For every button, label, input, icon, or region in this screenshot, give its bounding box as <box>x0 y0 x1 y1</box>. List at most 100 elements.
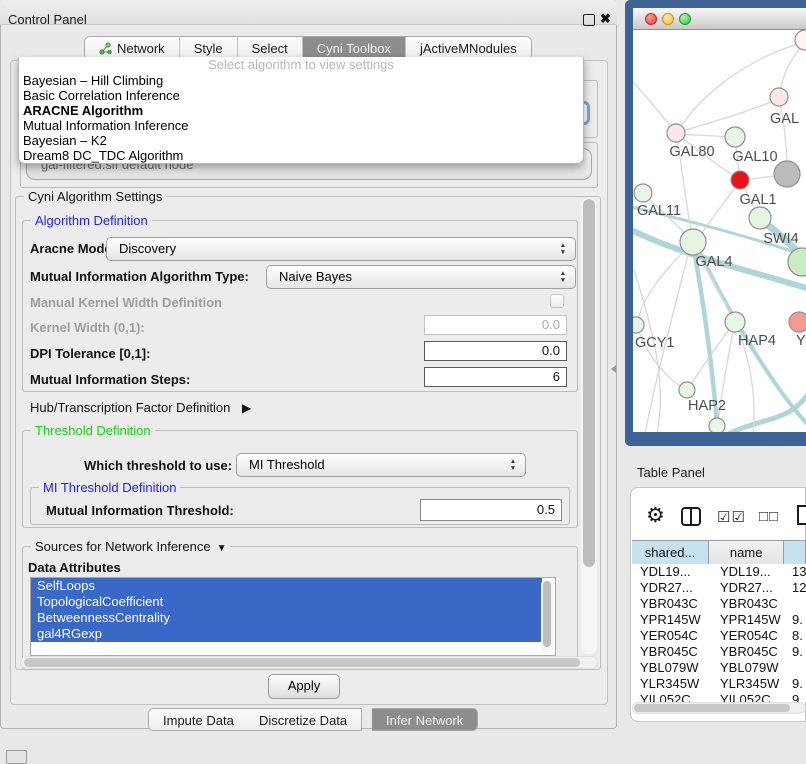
control-panel-titlebar[interactable] <box>0 0 617 25</box>
sources-group-title[interactable]: Sources for Network Inference <box>31 539 230 554</box>
close-icon[interactable] <box>600 11 611 27</box>
algorithm-option[interactable]: ARACNE Algorithm <box>19 103 583 118</box>
kernel-width-field[interactable]: 0.0 <box>424 315 567 335</box>
network-node[interactable] <box>789 312 806 332</box>
table-cell: YDR27... <box>714 580 788 596</box>
select-all-checked-icon[interactable] <box>717 508 746 526</box>
network-node[interactable] <box>680 229 706 255</box>
data-attribute-item[interactable]: gal4RGexp <box>31 626 542 642</box>
table-cell: YIL052C <box>632 692 714 702</box>
table-row[interactable]: YIL052CYIL052C9 <box>632 692 806 702</box>
network-node-label: GAL11 <box>637 203 681 219</box>
network-node[interactable] <box>634 184 652 202</box>
algorithm-option[interactable]: Mutual Information Inference <box>19 118 583 133</box>
data-attribute-item[interactable]: TopologicalCoefficient <box>31 594 542 610</box>
network-node-label: GAL10 <box>732 149 777 165</box>
table-row[interactable]: YBR045CYBR045C9. <box>632 644 806 660</box>
table-row[interactable]: YBL079WYBL079W <box>632 660 806 676</box>
panel-divider-arrow-icon[interactable] <box>611 365 616 373</box>
which-threshold-label: Which threshold to use: <box>84 458 232 473</box>
network-canvas[interactable]: GALGAL80GAL10GAL1GAL11SWI4GAL4GCY1HAP4YH… <box>633 30 806 432</box>
tab-infer-network[interactable]: Infer Network <box>372 708 478 731</box>
kernel-width-label: Kernel Width (0,1): <box>30 320 145 335</box>
manual-kernel-label: Manual Kernel Width Definition <box>30 295 222 310</box>
algorithm-option[interactable]: Bayesian – Hill Climbing <box>19 73 583 88</box>
network-node[interactable] <box>731 171 749 189</box>
dpi-tolerance-field[interactable]: 0.0 <box>424 341 567 361</box>
table-cell: 9. <box>788 612 803 628</box>
network-node[interactable] <box>795 30 806 50</box>
aracne-mode-combo[interactable]: Discovery <box>106 237 576 261</box>
network-node[interactable] <box>725 127 745 147</box>
tab-discretize-data[interactable]: Discretize Data <box>245 708 362 731</box>
table-cell: YBR045C <box>632 644 714 660</box>
algorithm-definition-title: Algorithm Definition <box>31 213 152 228</box>
network-node-label: Y <box>796 333 806 349</box>
table-cell: YER054C <box>714 628 788 644</box>
table-cell: 12 <box>788 580 806 596</box>
network-node-label: GAL80 <box>669 144 714 160</box>
network-node[interactable] <box>770 88 788 106</box>
mi-threshold-field[interactable]: 0.5 <box>420 499 562 521</box>
table-cell: YPR145W <box>714 612 788 628</box>
close-window-icon[interactable] <box>645 13 657 25</box>
table-cell: YDR27... <box>632 580 714 596</box>
table-row[interactable]: YPR145WYPR145W9. <box>632 612 806 628</box>
network-window-titlebar[interactable] <box>633 8 806 30</box>
network-node-label: GCY1 <box>635 335 675 351</box>
network-graph: GALGAL80GAL10GAL1GAL11SWI4GAL4GCY1HAP4YH… <box>633 30 806 432</box>
spinner-icon <box>558 270 568 284</box>
algorithm-option[interactable]: Bayesian – K2 <box>19 133 583 148</box>
table-cell: YLR345W <box>632 676 714 692</box>
which-threshold-combo[interactable]: MI Threshold <box>236 453 526 477</box>
data-attribute-item[interactable]: BetweennessCentrality <box>31 610 542 626</box>
mi-type-combo[interactable]: Naive Bayes <box>266 265 576 289</box>
algorithm-option[interactable]: Dream8 DC_TDC Algorithm <box>19 148 583 163</box>
table-cell: YLR345W <box>714 676 788 692</box>
table-cell: 9 <box>788 692 799 702</box>
network-node[interactable] <box>633 317 644 333</box>
table-row[interactable]: YER054CYER054C8. <box>632 628 806 644</box>
column-header[interactable] <box>784 541 806 565</box>
network-node[interactable] <box>709 418 725 432</box>
listbox-scrollbar-thumb[interactable] <box>543 581 551 647</box>
dpi-tolerance-label: DPI Tolerance [0,1]: <box>30 346 150 361</box>
desktop: { "control_panel": { "title": "Control P… <box>0 0 806 762</box>
table-cell: 13 <box>788 564 806 580</box>
data-attribute-item[interactable]: SelfLoops <box>31 578 542 594</box>
minimize-window-icon[interactable] <box>662 13 674 25</box>
split-columns-icon[interactable] <box>681 507 701 526</box>
algorithm-dropdown-popup: Select algorithm to view settings Bayesi… <box>18 57 584 164</box>
network-node[interactable] <box>667 124 685 142</box>
algorithm-option[interactable]: Basic Correlation Inference <box>19 88 583 103</box>
table-row[interactable]: YLR345WYLR345W9. <box>632 676 806 692</box>
apply-button[interactable]: Apply <box>268 674 340 699</box>
network-node[interactable] <box>774 161 800 187</box>
manual-kernel-checkbox[interactable] <box>550 294 564 308</box>
hub-tf-definition-expander[interactable]: Hub/Transcription Factor Definition <box>30 400 251 415</box>
network-node[interactable] <box>679 382 695 398</box>
deselect-all-unchecked-icon[interactable] <box>759 508 779 525</box>
table-settings-gear-icon[interactable] <box>646 503 665 528</box>
tab-impute-data[interactable]: Impute Data <box>148 708 249 731</box>
column-header[interactable]: shared... <box>632 541 709 565</box>
column-header[interactable]: name <box>709 541 784 565</box>
algorithm-dropdown-list: Bayesian – Hill ClimbingBasic Correlatio… <box>19 73 583 163</box>
network-node-label: SWI4 <box>763 231 798 247</box>
network-node-label: GAL1 <box>739 192 776 208</box>
network-node-label: GAL <box>770 111 799 127</box>
table-hscrollbar-thumb[interactable] <box>634 704 790 712</box>
maximize-window-icon[interactable] <box>679 13 691 25</box>
float-window-icon[interactable] <box>583 14 595 26</box>
table-cell: YBR043C <box>714 596 788 612</box>
settings-hscrollbar-thumb[interactable] <box>24 658 580 667</box>
settings-scrollbar-thumb[interactable] <box>583 199 595 567</box>
network-node[interactable] <box>725 312 745 332</box>
table-row[interactable]: YDL19...YDL19...13 <box>632 564 806 580</box>
new-table-icon[interactable] <box>797 505 806 525</box>
table-row[interactable]: YDR27...YDR27...12 <box>632 580 806 596</box>
algorithm-dropdown-placeholder: Select algorithm to view settings <box>19 57 583 73</box>
network-node[interactable] <box>749 207 771 229</box>
mi-steps-field[interactable]: 6 <box>424 367 567 387</box>
table-row[interactable]: YBR043CYBR043C <box>632 596 806 612</box>
